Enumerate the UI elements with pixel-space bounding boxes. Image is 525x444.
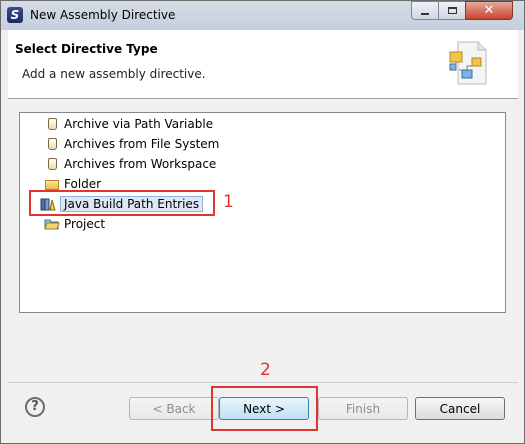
window-title: New Assembly Directive xyxy=(30,8,176,22)
jar-icon xyxy=(44,136,60,152)
app-icon: S xyxy=(7,7,23,23)
list-item-label: Folder xyxy=(64,177,102,191)
close-icon: ✕ xyxy=(483,3,495,18)
finish-button[interactable]: Finish xyxy=(318,397,408,420)
wizard-banner-icon xyxy=(449,41,487,85)
close-button[interactable]: ✕ xyxy=(465,1,513,20)
page-description: Add a new assembly directive. xyxy=(22,67,206,81)
maximize-icon xyxy=(447,7,457,14)
list-item-archives-file-system[interactable]: Archives from File System xyxy=(44,135,219,153)
annotation-label-2: 2 xyxy=(260,360,271,380)
list-item-project[interactable]: Project xyxy=(44,215,105,233)
dialog-window: S New Assembly Directive ✕ Select Direct… xyxy=(0,0,525,444)
list-item-archive-path-variable[interactable]: Archive via Path Variable xyxy=(44,115,213,133)
wizard-header: Select Directive Type Add a new assembly… xyxy=(8,30,518,99)
jar-icon xyxy=(44,116,60,132)
back-button[interactable]: < Back xyxy=(129,397,219,420)
list-item-label: Archive via Path Variable xyxy=(64,117,214,131)
annotation-label-1: 1 xyxy=(223,192,234,212)
minimize-icon xyxy=(421,12,429,15)
maximize-button[interactable] xyxy=(438,1,466,20)
project-icon xyxy=(44,216,60,232)
list-item-label: Archives from File System xyxy=(64,137,220,151)
list-item-archives-workspace[interactable]: Archives from Workspace xyxy=(44,155,216,173)
list-item-label: Project xyxy=(64,217,106,231)
list-item-label: Archives from Workspace xyxy=(64,157,217,171)
annotation-highlight-2 xyxy=(211,386,318,431)
footer-separator xyxy=(8,382,518,383)
help-icon[interactable]: ? xyxy=(25,397,45,417)
page-title: Select Directive Type xyxy=(15,42,158,56)
cancel-button[interactable]: Cancel xyxy=(415,397,505,420)
annotation-highlight-1 xyxy=(29,190,215,216)
jar-icon xyxy=(44,156,60,172)
title-bar[interactable]: S New Assembly Directive ✕ xyxy=(1,1,524,30)
minimize-button[interactable] xyxy=(411,1,439,20)
